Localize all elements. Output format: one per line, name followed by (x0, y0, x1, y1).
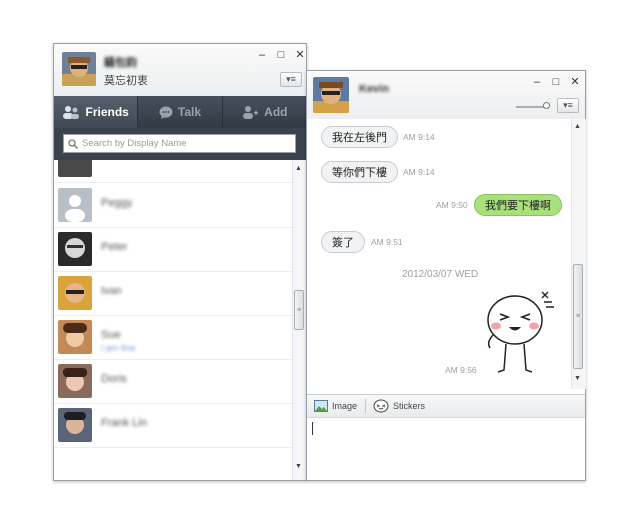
opacity-slider-knob[interactable] (543, 102, 550, 109)
image-button[interactable]: Image (314, 400, 357, 412)
friend-avatar (58, 320, 92, 354)
friend-name: Doris (101, 373, 127, 385)
stickers-label: Stickers (393, 401, 426, 411)
friend-row[interactable]: Peter (54, 227, 292, 272)
chat-toolbar: Image Stickers (307, 394, 585, 418)
tab-friends-label: Friends (85, 105, 129, 119)
scroll-up-icon[interactable]: ▲ (295, 165, 302, 172)
tab-add[interactable]: Add (223, 96, 306, 128)
friends-window: 騷包鈞 莫忘初衷 – □ ✕ ▾≡ Friends Talk Add Searc… (53, 43, 307, 481)
friend-avatar-image (58, 320, 92, 354)
stickers-button[interactable]: Stickers (373, 399, 425, 413)
friend-avatar (58, 364, 92, 398)
search-icon (68, 138, 78, 149)
search-bar: Search by Display Name (54, 128, 306, 160)
message-bubble: 等你們下樓 (321, 161, 398, 183)
friend-status: I am fine (101, 343, 136, 353)
minimize-button[interactable]: – (257, 49, 267, 61)
message-bubble: 簽了 (321, 231, 365, 253)
close-button[interactable]: ✕ (295, 49, 305, 61)
toolbar-divider (365, 399, 367, 413)
contact-avatar-image (313, 77, 349, 113)
friend-row[interactable]: Ivan (54, 271, 292, 316)
friend-list-scrollbar[interactable]: ▲ ≡ ▼ (292, 160, 307, 480)
friend-row[interactable]: Peggy (54, 183, 292, 228)
chat-maximize-button[interactable]: □ (551, 76, 561, 88)
menu-button[interactable]: ▾≡ (280, 72, 302, 87)
my-avatar-image (62, 52, 96, 86)
image-icon (314, 400, 328, 412)
profile-header: 騷包鈞 莫忘初衷 – □ ✕ ▾≡ (54, 44, 306, 96)
chat-header: Kevin – □ ✕ ▾≡ (307, 71, 585, 120)
my-status: 莫忘初衷 (104, 75, 148, 87)
maximize-button[interactable]: □ (276, 49, 286, 61)
friend-row[interactable]: Sue I am fine (54, 315, 292, 360)
my-name: 騷包鈞 (104, 57, 137, 69)
chat-scroll-down-icon[interactable]: ▼ (574, 375, 581, 382)
friend-avatar-image (58, 408, 92, 442)
default-avatar-icon (58, 188, 92, 222)
search-input[interactable]: Search by Display Name (63, 134, 296, 153)
stickers-icon (373, 399, 389, 413)
tab-talk-label: Talk (177, 105, 202, 119)
friend-name: Frank Lin (101, 417, 147, 429)
friend-avatar (58, 276, 92, 310)
message-time: AM 9:51 (371, 237, 403, 247)
message-bubble: 我在左後門 (321, 126, 398, 148)
tab-friends[interactable]: Friends (54, 96, 139, 128)
message-time: AM 9:50 (436, 200, 468, 210)
chat-minimize-button[interactable]: – (532, 76, 542, 88)
date-separator: 2012/03/07 WED (402, 269, 479, 280)
friend-avatar (58, 160, 92, 177)
friend-row[interactable]: Frank Lin (54, 403, 292, 448)
window-controls: – □ ✕ (257, 49, 305, 61)
opacity-slider-track[interactable] (516, 106, 546, 108)
chat-window: Kevin – □ ✕ ▾≡ 我在左後門 AM 9:14 等你們下樓 AM 9:… (306, 70, 586, 481)
contact-name: Kevin (359, 83, 389, 95)
friend-avatar (58, 188, 92, 222)
chat-window-controls: – □ ✕ (532, 76, 580, 88)
friend-name: Ivan (101, 285, 122, 297)
friend-row[interactable]: Doris (54, 359, 292, 404)
friend-avatar (58, 408, 92, 442)
friend-row-partial[interactable] (54, 160, 292, 183)
chat-menu-button[interactable]: ▾≡ (557, 98, 579, 113)
friend-avatar-image (58, 364, 92, 398)
friend-avatar (58, 232, 92, 266)
message-time: AM 9:14 (403, 132, 435, 142)
add-friend-icon (243, 106, 259, 119)
message-input[interactable] (307, 418, 585, 480)
chat-scroll-thumb[interactable]: ≡ (573, 264, 583, 369)
friend-avatar-image (58, 232, 92, 266)
sticker-time: AM 9:56 (445, 365, 477, 375)
tab-talk[interactable]: Talk (138, 96, 223, 128)
scroll-down-icon[interactable]: ▼ (295, 463, 302, 470)
friend-avatar-image (58, 276, 92, 310)
friend-name: Peter (101, 241, 128, 253)
sticker-icon[interactable] (482, 284, 571, 384)
friend-name: Peggy (101, 197, 133, 209)
chat-scroll-up-icon[interactable]: ▲ (574, 123, 581, 130)
message-time: AM 9:14 (403, 167, 435, 177)
friends-icon (63, 106, 80, 119)
message-scrollbar[interactable]: ▲ ≡ ▼ (571, 119, 586, 389)
message-area: 我在左後門 AM 9:14 等你們下樓 AM 9:14 AM 9:50 我們要下… (307, 119, 571, 389)
contact-avatar[interactable] (313, 77, 349, 113)
friend-name: Sue (101, 329, 121, 341)
text-caret (312, 422, 313, 435)
talk-icon (159, 106, 173, 119)
friend-list: Peggy Peter Ivan Sue I am fine Doris Fra… (54, 160, 292, 480)
my-avatar[interactable] (62, 52, 96, 86)
tab-add-label: Add (264, 105, 288, 119)
tab-bar: Friends Talk Add (54, 96, 306, 128)
chat-close-button[interactable]: ✕ (570, 76, 580, 88)
image-label: Image (332, 401, 358, 411)
search-placeholder: Search by Display Name (82, 138, 187, 149)
scroll-thumb[interactable]: ≡ (294, 290, 304, 330)
message-bubble: 我們要下樓啊 (474, 194, 562, 216)
